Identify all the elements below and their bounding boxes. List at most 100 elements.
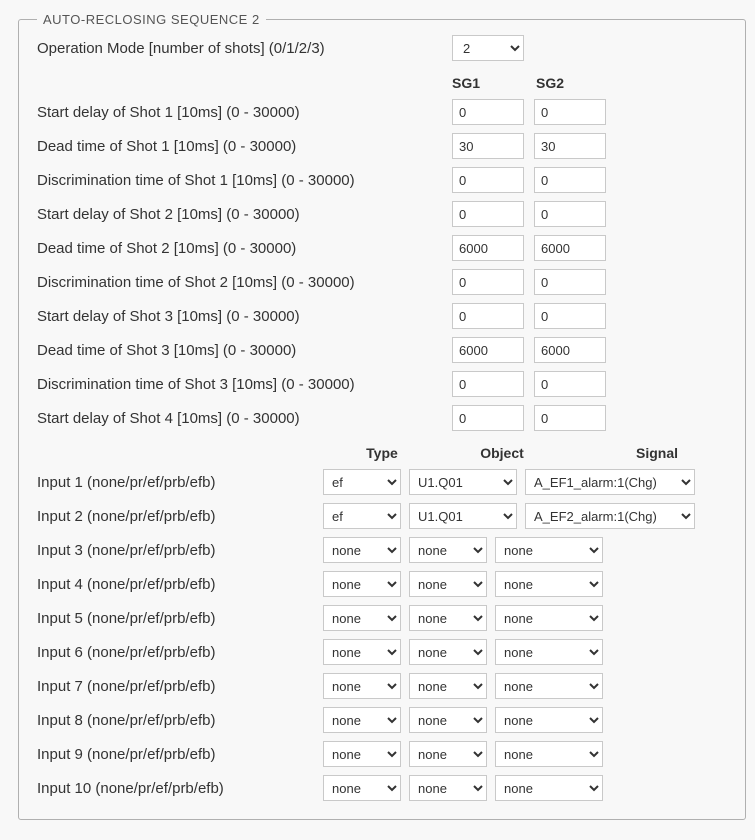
shot-row: Start delay of Shot 1 [10ms] (0 - 30000)	[37, 99, 727, 125]
input-row: Input 8 (none/pr/ef/prb/efb)nonenonenone	[37, 707, 727, 733]
input-type-select[interactable]: ef	[323, 469, 401, 495]
input-object-select[interactable]: none	[409, 775, 487, 801]
shot-sg2-input[interactable]	[534, 303, 606, 329]
shot-row: Dead time of Shot 3 [10ms] (0 - 30000)	[37, 337, 727, 363]
input-type-select[interactable]: none	[323, 639, 401, 665]
shot-sg2-input[interactable]	[534, 337, 606, 363]
op-mode-row: Operation Mode [number of shots] (0/1/2/…	[37, 35, 727, 61]
shot-label: Start delay of Shot 4 [10ms] (0 - 30000)	[37, 410, 442, 427]
shot-row: Start delay of Shot 2 [10ms] (0 - 30000)	[37, 201, 727, 227]
input-signal-select[interactable]: A_EF2_alarm:1(Chg)	[525, 503, 695, 529]
input-object-select[interactable]: U1.Q01	[409, 469, 517, 495]
shot-label: Dead time of Shot 1 [10ms] (0 - 30000)	[37, 138, 442, 155]
auto-reclosing-sequence-2-fieldset: AUTO-RECLOSING SEQUENCE 2 Operation Mode…	[18, 12, 746, 820]
input-row: Input 2 (none/pr/ef/prb/efb)ef U1.Q01 A_EF…	[37, 503, 727, 529]
shot-sg2-input[interactable]	[534, 405, 606, 431]
input-signal-select[interactable]: none	[495, 775, 603, 801]
shot-label: Dead time of Shot 2 [10ms] (0 - 30000)	[37, 240, 442, 257]
shot-sg1-input[interactable]	[452, 133, 524, 159]
shot-sg2-input[interactable]	[534, 269, 606, 295]
input-signal-select[interactable]: none	[495, 639, 603, 665]
shot-sg2-input[interactable]	[534, 99, 606, 125]
input-type-select[interactable]: none	[323, 571, 401, 597]
shot-sg1-input[interactable]	[452, 269, 524, 295]
input-label: Input 1 (none/pr/ef/prb/efb)	[37, 474, 323, 491]
input-row: Input 7 (none/pr/ef/prb/efb)nonenonenone	[37, 673, 727, 699]
input-signal-select[interactable]: none	[495, 673, 603, 699]
input-signal-select[interactable]: A_EF1_alarm:1(Chg)	[525, 469, 695, 495]
input-type-select[interactable]: none	[323, 775, 401, 801]
input-object-select[interactable]: none	[409, 741, 487, 767]
shot-row: Discrimination time of Shot 2 [10ms] (0 …	[37, 269, 727, 295]
input-type-select[interactable]: ef	[323, 503, 401, 529]
input-signal-select[interactable]: none	[495, 741, 603, 767]
shot-label: Start delay of Shot 1 [10ms] (0 - 30000)	[37, 104, 442, 121]
input-row: Input 5 (none/pr/ef/prb/efb)nonenonenone	[37, 605, 727, 631]
shot-label: Start delay of Shot 3 [10ms] (0 - 30000)	[37, 308, 442, 325]
input-signal-select[interactable]: none	[495, 537, 603, 563]
io-object-header: Object	[427, 445, 577, 461]
input-signal-select[interactable]: none	[495, 571, 603, 597]
shot-sg1-input[interactable]	[452, 303, 524, 329]
input-row: Input 1 (none/pr/ef/prb/efb)ef U1.Q01 A_EF…	[37, 469, 727, 495]
shot-sg1-input[interactable]	[452, 99, 524, 125]
input-label: Input 8 (none/pr/ef/prb/efb)	[37, 712, 323, 729]
shot-row: Discrimination time of Shot 3 [10ms] (0 …	[37, 371, 727, 397]
input-label: Input 10 (none/pr/ef/prb/efb)	[37, 780, 323, 797]
shot-label: Start delay of Shot 2 [10ms] (0 - 30000)	[37, 206, 442, 223]
sg2-header: SG2	[536, 75, 608, 91]
shot-sg2-input[interactable]	[534, 167, 606, 193]
fieldset-legend: AUTO-RECLOSING SEQUENCE 2	[37, 12, 266, 27]
input-label: Input 5 (none/pr/ef/prb/efb)	[37, 610, 323, 627]
shot-label: Discrimination time of Shot 2 [10ms] (0 …	[37, 274, 442, 291]
input-label: Input 4 (none/pr/ef/prb/efb)	[37, 576, 323, 593]
input-row: Input 10 (none/pr/ef/prb/efb)nonenonenon…	[37, 775, 727, 801]
input-row: Input 9 (none/pr/ef/prb/efb)nonenonenone	[37, 741, 727, 767]
shot-row: Start delay of Shot 3 [10ms] (0 - 30000)	[37, 303, 727, 329]
input-object-select[interactable]: none	[409, 571, 487, 597]
input-signal-select[interactable]: none	[495, 707, 603, 733]
input-object-select[interactable]: none	[409, 707, 487, 733]
shot-row: Start delay of Shot 4 [10ms] (0 - 30000)	[37, 405, 727, 431]
shot-row: Dead time of Shot 1 [10ms] (0 - 30000)	[37, 133, 727, 159]
input-type-select[interactable]: none	[323, 741, 401, 767]
shot-sg2-input[interactable]	[534, 133, 606, 159]
shot-sg1-input[interactable]	[452, 167, 524, 193]
input-label: Input 7 (none/pr/ef/prb/efb)	[37, 678, 323, 695]
shot-row: Discrimination time of Shot 1 [10ms] (0 …	[37, 167, 727, 193]
io-header-row: Type Object Signal	[37, 445, 727, 461]
io-type-header: Type	[347, 445, 417, 461]
shot-sg2-input[interactable]	[534, 235, 606, 261]
input-type-select[interactable]: none	[323, 673, 401, 699]
input-type-select[interactable]: none	[323, 707, 401, 733]
input-signal-select[interactable]: none	[495, 605, 603, 631]
input-label: Input 6 (none/pr/ef/prb/efb)	[37, 644, 323, 661]
io-signal-header: Signal	[587, 445, 727, 461]
input-label: Input 2 (none/pr/ef/prb/efb)	[37, 508, 323, 525]
shot-sg1-input[interactable]	[452, 371, 524, 397]
shot-sg2-input[interactable]	[534, 371, 606, 397]
shot-label: Discrimination time of Shot 1 [10ms] (0 …	[37, 172, 442, 189]
op-mode-select[interactable]: 2	[452, 35, 524, 61]
input-row: Input 6 (none/pr/ef/prb/efb)nonenonenone	[37, 639, 727, 665]
input-object-select[interactable]: none	[409, 639, 487, 665]
input-row: Input 3 (none/pr/ef/prb/efb)nonenonenone	[37, 537, 727, 563]
op-mode-label: Operation Mode [number of shots] (0/1/2/…	[37, 40, 442, 57]
input-type-select[interactable]: none	[323, 537, 401, 563]
shot-row: Dead time of Shot 2 [10ms] (0 - 30000)	[37, 235, 727, 261]
shot-label: Dead time of Shot 3 [10ms] (0 - 30000)	[37, 342, 442, 359]
sg1-header: SG1	[452, 75, 524, 91]
sg-header-row: SG1 SG2	[37, 75, 727, 91]
input-type-select[interactable]: none	[323, 605, 401, 631]
shot-sg1-input[interactable]	[452, 235, 524, 261]
shot-sg1-input[interactable]	[452, 405, 524, 431]
input-object-select[interactable]: none	[409, 673, 487, 699]
shot-sg1-input[interactable]	[452, 201, 524, 227]
input-object-select[interactable]: none	[409, 537, 487, 563]
input-object-select[interactable]: U1.Q01	[409, 503, 517, 529]
input-object-select[interactable]: none	[409, 605, 487, 631]
input-row: Input 4 (none/pr/ef/prb/efb)nonenonenone	[37, 571, 727, 597]
shot-sg2-input[interactable]	[534, 201, 606, 227]
shot-sg1-input[interactable]	[452, 337, 524, 363]
input-label: Input 9 (none/pr/ef/prb/efb)	[37, 746, 323, 763]
